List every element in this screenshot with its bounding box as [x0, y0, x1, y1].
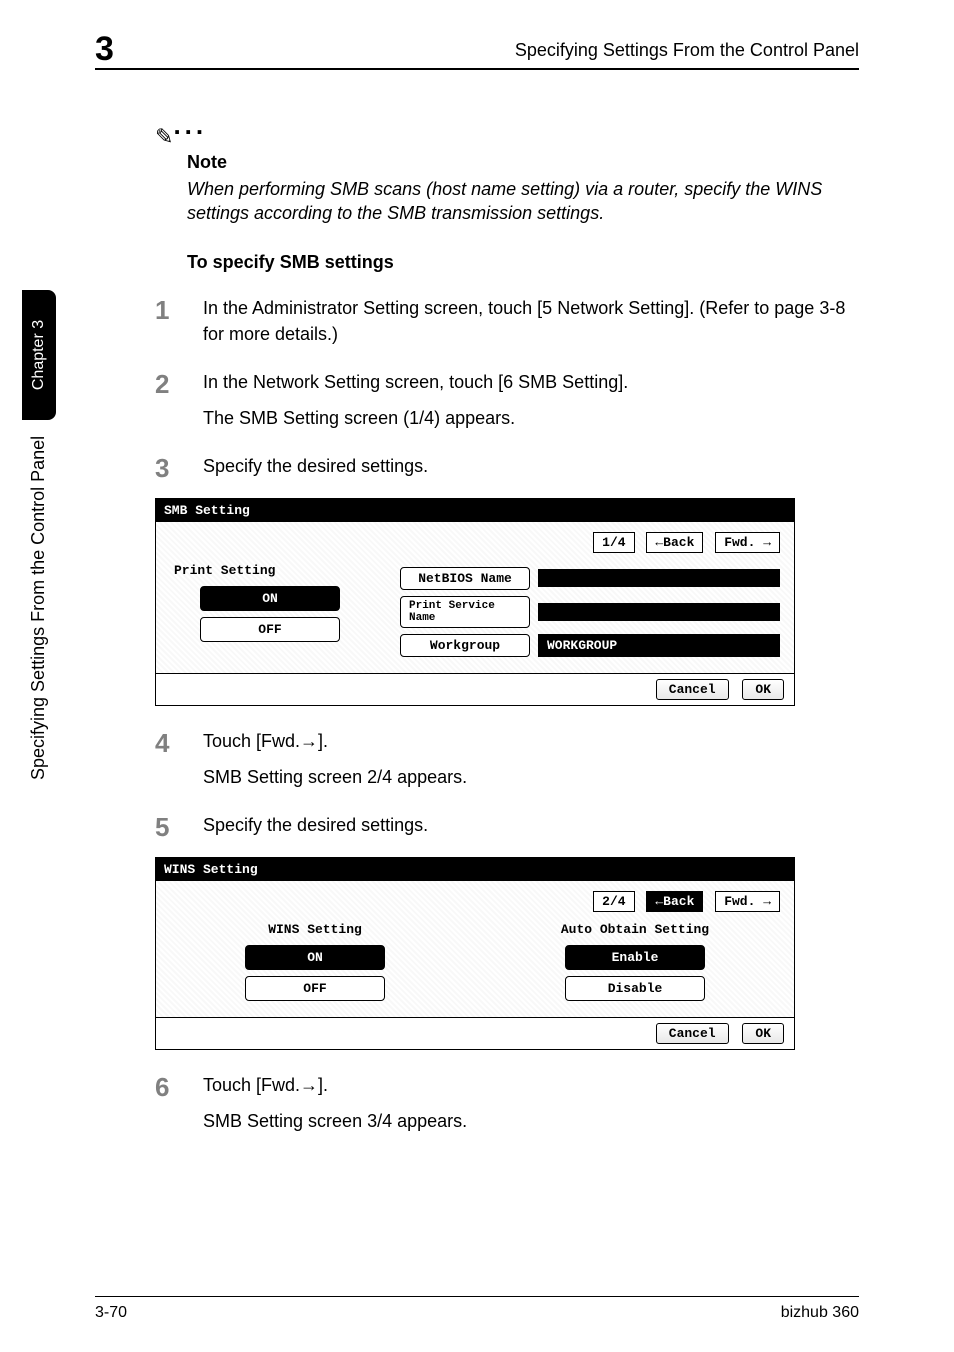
panel2-cancel-button[interactable]: Cancel: [656, 1023, 729, 1044]
step-6: 6 Touch [Fwd.→]. SMB Setting screen 3/4 …: [155, 1072, 859, 1134]
panel-wins-setting: WINS Setting 2/4 ←Back Fwd. → WINS Setti…: [155, 857, 795, 1050]
panel1-print-service-button[interactable]: Print Service Name: [400, 596, 530, 628]
note-label: Note: [187, 152, 859, 173]
step-4-text: Touch [Fwd.→]. SMB Setting screen 2/4 ap…: [203, 728, 859, 790]
panel2-fwd-button[interactable]: Fwd. →: [715, 891, 780, 912]
step-6-sub: SMB Setting screen 3/4 appears.: [203, 1108, 859, 1134]
footer-model: bizhub 360: [781, 1304, 859, 1322]
note-dots: ...: [173, 110, 207, 140]
panel2-back-button[interactable]: ←Back: [646, 891, 703, 912]
panel2-auto-obtain-label: Auto Obtain Setting: [490, 920, 780, 939]
panel1-ok-button[interactable]: OK: [742, 679, 784, 700]
panel1-fwd-button[interactable]: Fwd. →: [715, 532, 780, 553]
note-body: When performing SMB scans (host name set…: [187, 177, 859, 226]
panel1-print-setting-label: Print Setting: [170, 561, 370, 580]
step-2-text: In the Network Setting screen, touch [6 …: [203, 369, 859, 431]
content-area: ✎... Note When performing SMB scans (hos…: [155, 110, 859, 1135]
footer-rule: [95, 1296, 859, 1297]
header-rule: [95, 68, 859, 70]
side-tab-label: Chapter 3: [30, 320, 48, 390]
step-6-main: Touch [Fwd.→].: [203, 1075, 328, 1095]
panel1-print-service-value: [538, 603, 780, 621]
panel-smb-setting: SMB Setting 1/4 ←Back Fwd. → Print Setti…: [155, 498, 795, 706]
step-4-number: 4: [155, 728, 203, 759]
panel1-cancel-button[interactable]: Cancel: [656, 679, 729, 700]
panel1-on-button[interactable]: ON: [200, 586, 340, 611]
panel2-title: WINS Setting: [156, 858, 794, 881]
step-5-text: Specify the desired settings.: [203, 812, 859, 838]
panel2-enable-button[interactable]: Enable: [565, 945, 705, 970]
panel2-ok-button[interactable]: OK: [742, 1023, 784, 1044]
panel2-wins-label: WINS Setting: [170, 920, 460, 939]
step-4-sub: SMB Setting screen 2/4 appears.: [203, 764, 859, 790]
step-2-number: 2: [155, 369, 203, 400]
panel1-back-button[interactable]: ←Back: [646, 532, 703, 553]
step-5: 5 Specify the desired settings.: [155, 812, 859, 843]
panel1-workgroup-value: WORKGROUP: [538, 634, 780, 657]
subheading: To specify SMB settings: [187, 252, 859, 273]
step-4: 4 Touch [Fwd.→]. SMB Setting screen 2/4 …: [155, 728, 859, 790]
footer-page-number: 3-70: [95, 1304, 127, 1322]
chapter-number-top: 3: [95, 30, 114, 69]
step-4-main: Touch [Fwd.→].: [203, 731, 328, 751]
panel1-workgroup-button[interactable]: Workgroup: [400, 634, 530, 657]
note-block: ✎... Note When performing SMB scans (hos…: [155, 110, 859, 226]
step-6-text: Touch [Fwd.→]. SMB Setting screen 3/4 ap…: [203, 1072, 859, 1134]
panel1-netbios-button[interactable]: NetBIOS Name: [400, 567, 530, 590]
step-3: 3 Specify the desired settings.: [155, 453, 859, 484]
step-1: 1 In the Administrator Setting screen, t…: [155, 295, 859, 347]
step-1-text: In the Administrator Setting screen, tou…: [203, 295, 859, 347]
panel2-page-indicator: 2/4: [593, 891, 634, 912]
header-title: Specifying Settings From the Control Pan…: [515, 40, 859, 61]
step-3-text: Specify the desired settings.: [203, 453, 859, 479]
panel2-off-button[interactable]: OFF: [245, 976, 385, 1001]
step-2-sub: The SMB Setting screen (1/4) appears.: [203, 405, 859, 431]
panel1-netbios-value: [538, 569, 780, 587]
step-2: 2 In the Network Setting screen, touch […: [155, 369, 859, 431]
side-tab-chapter: Chapter 3: [22, 290, 56, 420]
step-2-main: In the Network Setting screen, touch [6 …: [203, 372, 628, 392]
step-3-number: 3: [155, 453, 203, 484]
panel1-page-indicator: 1/4: [593, 532, 634, 553]
step-1-number: 1: [155, 295, 203, 326]
panel2-disable-button[interactable]: Disable: [565, 976, 705, 1001]
note-icon: ✎: [155, 124, 173, 149]
step-6-number: 6: [155, 1072, 203, 1103]
panel2-on-button[interactable]: ON: [245, 945, 385, 970]
step-5-number: 5: [155, 812, 203, 843]
side-vertical-title: Specifying Settings From the Control Pan…: [28, 436, 49, 780]
panel1-title: SMB Setting: [156, 499, 794, 522]
panel1-off-button[interactable]: OFF: [200, 617, 340, 642]
